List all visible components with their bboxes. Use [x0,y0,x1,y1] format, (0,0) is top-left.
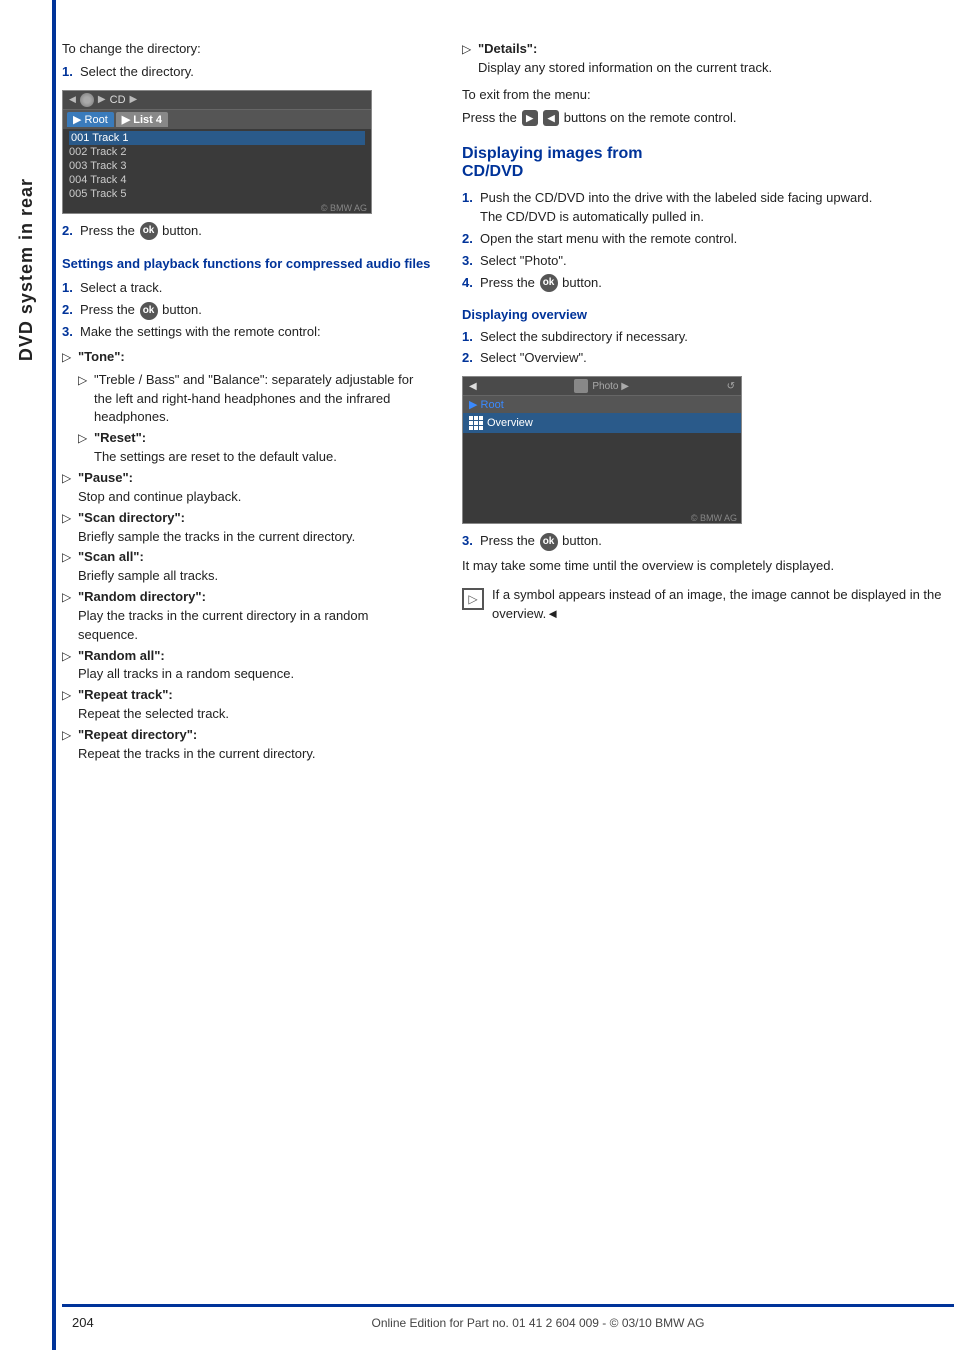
list-item: 1. Select the subdirectory if necessary. [462,328,954,347]
cd-icon [80,93,94,107]
blue-border-strip [52,0,56,1350]
left-arrow: ◀ [69,94,76,105]
exit-menu-heading: To exit from the menu: [462,86,954,105]
options-list: ▷ "Tone": [62,348,432,367]
photo-body [463,433,741,513]
photo-icon [574,379,588,393]
track-item: 003 Track 3 [69,159,365,173]
display-images-steps: 1. Push the CD/DVD into the drive with t… [462,189,954,292]
track-item: 005 Track 5 [69,187,365,201]
sidebar-label-text: DVD system in rear [16,178,37,361]
footer-text: Online Edition for Part no. 01 41 2 604 … [122,1316,954,1330]
list-item: ▷ "Reset":The settings are reset to the … [78,429,432,467]
photo-header: ◀ Photo ▶ ↺ [463,377,741,396]
cd-dvd-screenshot: ◀ ▶ CD ▶ ▶ Root ▶ List 4 001 Track 1 002… [62,90,372,214]
left-column: To change the directory: 1. Select the d… [62,30,452,1350]
list-item: ▷ "Repeat track":Repeat the selected tra… [62,686,432,724]
tab-root: ▶ Root [67,112,114,127]
ok-button-icon: ok [540,533,558,551]
screenshot-tabs: ▶ Root ▶ List 4 [63,110,371,129]
track-item: 001 Track 1 [69,131,365,145]
step2: 2. Press the ok button. [62,222,432,241]
list-item: ▷ "Treble / Bass" and "Balance": separat… [78,371,432,428]
list-item: ▷ "Random directory":Play the tracks in … [62,588,432,645]
footer: 204 Online Edition for Part no. 01 41 2 … [62,1304,954,1330]
symbol-icon [462,588,484,610]
list-item: ▷ "Random all":Play all tracks in a rand… [62,647,432,685]
tab-list4: ▶ List 4 [116,112,168,127]
list-item: ▷ "Scan directory":Briefly sample the tr… [62,509,432,547]
photo-nav: ▶ Root [463,396,741,413]
main-content: To change the directory: 1. Select the d… [62,30,954,1350]
symbol-note-text: If a symbol appears instead of an image,… [492,586,954,624]
section-heading-display: Displaying images fromCD/DVD [462,145,954,181]
list-item: ▷ "Pause":Stop and continue playback. [62,469,432,507]
overview-label: Overview [487,417,533,429]
details-list: ▷ "Details":Display any stored informati… [462,40,954,78]
ok-button-icon: ok [140,222,158,240]
list-item: ▷ "Repeat directory":Repeat the tracks i… [62,726,432,764]
overview-step3: 3. Press the ok button. [462,532,954,551]
screenshot-label-2: © BMW AG [463,513,741,523]
list-item: 2. Press the ok button. [62,222,432,241]
list-item: ▷ "Tone": [62,348,432,367]
track-item: 002 Track 2 [69,145,365,159]
other-options-list: ▷ "Pause":Stop and continue playback. ▷ … [62,469,432,764]
list-item: 3. Select "Photo". [462,252,954,271]
ok-button-icon: ok [140,302,158,320]
page-number: 204 [62,1315,122,1330]
displaying-overview-heading: Displaying overview [462,307,954,322]
list-item: 4. Press the ok button. [462,274,954,293]
list-item: 2. Open the start menu with the remote c… [462,230,954,249]
symbol-note-box: If a symbol appears instead of an image,… [462,586,954,628]
list-item: 1. Select the directory. [62,63,432,82]
change-dir-steps: 1. Select the directory. [62,63,432,82]
right-column: ▷ "Details":Display any stored informati… [452,30,954,1350]
overview-steps: 1. Select the subdirectory if necessary.… [462,328,954,369]
grid-icon [469,416,483,430]
cd-label: CD [110,94,126,106]
bwd-button-icon: ◀ [543,110,559,126]
overview-note: It may take some time until the overview… [462,557,954,576]
list-item: 1. Select a track. [62,279,432,298]
tone-sub-list: ▷ "Treble / Bass" and "Balance": separat… [78,371,432,467]
tone-label: "Tone": [78,349,125,364]
settings-subheading: Settings and playback functions for comp… [62,255,432,274]
list-item: ▷ "Details":Display any stored informati… [462,40,954,78]
list-item: ▷ "Scan all":Briefly sample all tracks. [62,548,432,586]
list-item: 2. Press the ok button. [62,301,432,320]
photo-overview-bar: Overview [463,413,741,433]
exit-menu-text: Press the ▶ ◀ buttons on the remote cont… [462,109,954,128]
ok-button-icon: ok [540,274,558,292]
photo-screenshot: ◀ Photo ▶ ↺ ▶ Root Overview © [462,376,742,524]
photo-header-center: Photo ▶ [574,379,629,393]
track-list: 001 Track 1 002 Track 2 003 Track 3 004 … [63,129,371,203]
settings-steps: 1. Select a track. 2. Press the ok butto… [62,279,432,342]
list-item: 3. Make the settings with the remote con… [62,323,432,342]
change-dir-heading: To change the directory: [62,40,432,59]
list-item: 3. Press the ok button. [462,532,954,551]
track-item: 004 Track 4 [69,173,365,187]
screenshot-header: ◀ ▶ CD ▶ [63,91,371,110]
list-item: 1. Push the CD/DVD into the drive with t… [462,189,954,227]
screenshot-label: © BMW AG [63,203,371,213]
sidebar-label: DVD system in rear [0,160,52,380]
list-item: 2. Select "Overview". [462,349,954,368]
fwd-button-icon: ▶ [522,110,538,126]
